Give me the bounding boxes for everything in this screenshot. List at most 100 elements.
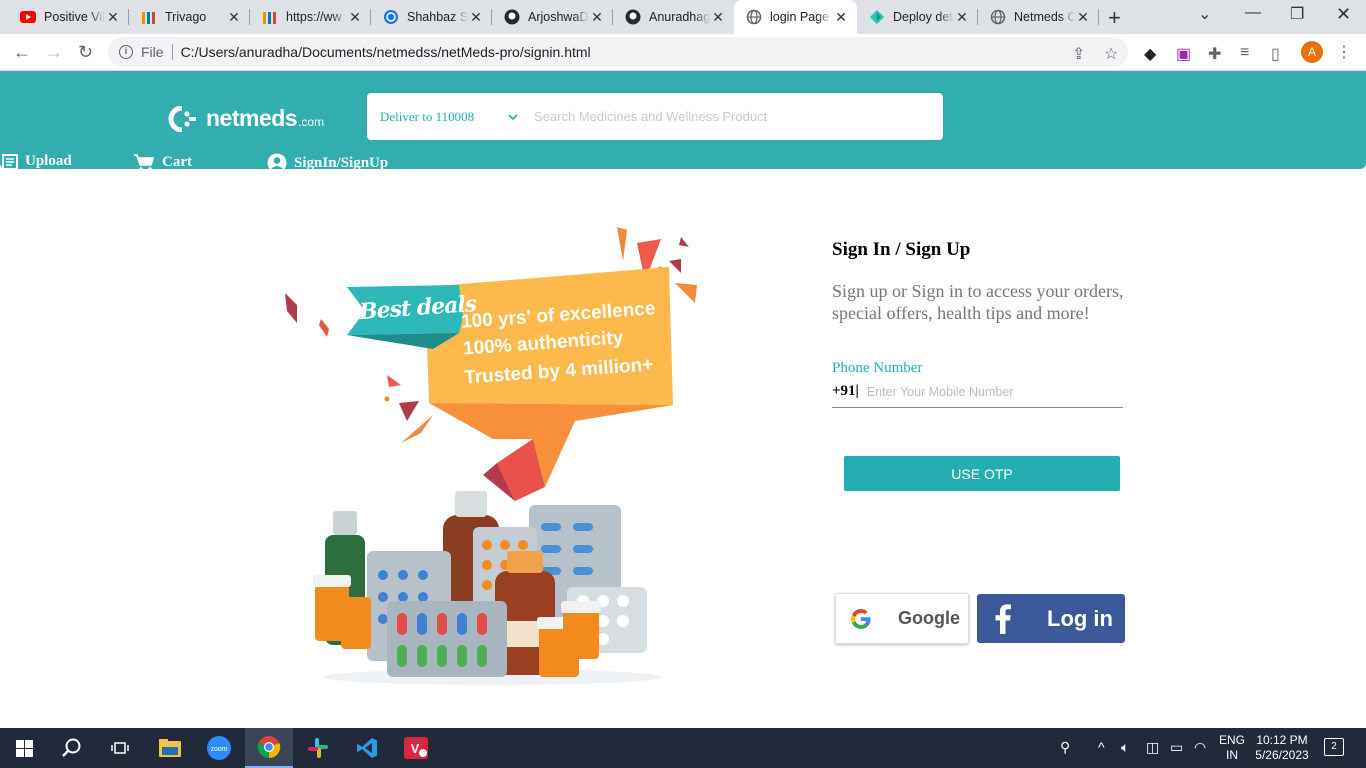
tab-title: Netmeds O bbox=[1014, 10, 1075, 24]
promo-illustration: Best deals 100 yrs' of excellence 100% a… bbox=[283, 225, 701, 687]
tab-title: Anuradhag bbox=[649, 10, 710, 24]
people-icon[interactable]: ⚲ bbox=[1060, 739, 1070, 756]
battery-icon[interactable]: ▭ bbox=[1170, 739, 1183, 756]
bookmark-star-icon[interactable]: ☆ bbox=[1104, 44, 1118, 64]
notifications-icon[interactable]: 2 bbox=[1324, 738, 1344, 756]
close-tab-icon[interactable]: ✕ bbox=[710, 9, 726, 26]
search-box: Deliver to 110008 bbox=[367, 93, 943, 140]
cart-link[interactable]: Cart bbox=[133, 153, 192, 171]
browser-tab[interactable]: ArjoshwaD ✕ bbox=[492, 0, 613, 34]
close-tab-icon[interactable]: ✕ bbox=[347, 9, 363, 26]
search-input[interactable] bbox=[534, 109, 943, 124]
close-tab-icon[interactable]: ✕ bbox=[589, 9, 605, 26]
address-bar[interactable]: i File C:/Users/anuradha/Documents/netme… bbox=[108, 37, 1128, 67]
tab-title: Positive Vil bbox=[44, 10, 105, 24]
site-info-icon[interactable]: i bbox=[119, 45, 133, 59]
browser-tab[interactable]: https://ww ✕ bbox=[250, 0, 371, 34]
use-otp-button[interactable]: USE OTP bbox=[844, 456, 1120, 491]
facebook-login-button[interactable]: Log in bbox=[977, 594, 1125, 643]
trivago-icon bbox=[141, 9, 157, 25]
phone-input[interactable] bbox=[866, 384, 1123, 399]
logo-suffix: .com bbox=[298, 114, 325, 129]
task-view-icon[interactable] bbox=[96, 728, 144, 768]
zoom-icon[interactable]: zoom bbox=[195, 728, 243, 768]
phone-label: Phone Number bbox=[832, 360, 923, 376]
media-control-icon[interactable]: ≡ bbox=[1240, 44, 1249, 62]
cart-icon bbox=[134, 154, 154, 171]
webcam-icon[interactable]: ◫ bbox=[1146, 739, 1159, 756]
browser-tab[interactable]: Trivago ✕ bbox=[129, 0, 250, 34]
menu-kebab-icon[interactable]: ⋮ bbox=[1336, 42, 1352, 62]
close-tab-icon[interactable]: ✕ bbox=[468, 9, 484, 26]
close-tab-icon[interactable]: ✕ bbox=[1075, 9, 1091, 26]
globe-icon bbox=[990, 9, 1006, 25]
url-text[interactable]: C:/Users/anuradha/Documents/netmedss/net… bbox=[181, 44, 591, 60]
close-tab-icon[interactable]: ✕ bbox=[833, 9, 849, 26]
browser-tab[interactable]: Shahbaz Sl ✕ bbox=[371, 0, 492, 34]
browser-tab-active[interactable]: login Page ✕ bbox=[734, 0, 857, 34]
chrome-icon[interactable] bbox=[245, 728, 293, 768]
site-header: netmeds .com Deliver to 110008 Upload Ca… bbox=[0, 71, 1366, 173]
language-indicator[interactable]: ENG IN bbox=[1219, 733, 1245, 763]
clock-time: 10:12 PM bbox=[1256, 733, 1308, 747]
extension-icon[interactable]: ▣ bbox=[1176, 44, 1191, 64]
restore-icon[interactable]: ❐ bbox=[1290, 4, 1304, 24]
vscode-icon[interactable] bbox=[343, 728, 391, 768]
netmeds-logo[interactable]: netmeds .com bbox=[168, 105, 324, 132]
close-tab-icon[interactable]: ✕ bbox=[226, 9, 242, 26]
browser-tab[interactable]: Netmeds O ✕ bbox=[978, 0, 1099, 34]
browser-tab-strip: Positive Vil ✕ Trivago ✕ https://ww ✕ Sh… bbox=[0, 0, 1366, 34]
notification-count: 2 bbox=[1331, 741, 1337, 752]
forward-icon[interactable]: → bbox=[45, 42, 63, 63]
clock[interactable]: 10:12 PM 5/26/2023 bbox=[1252, 733, 1312, 763]
github-icon bbox=[625, 9, 641, 25]
minimize-icon[interactable]: — bbox=[1245, 4, 1261, 22]
back-icon[interactable]: ← bbox=[13, 42, 31, 63]
auth-title: Sign In / Sign Up bbox=[832, 239, 971, 260]
slack-icon[interactable] bbox=[294, 728, 342, 768]
clock-date: 5/26/2023 bbox=[1255, 748, 1309, 762]
windows-start-icon[interactable] bbox=[0, 728, 48, 768]
extension-icon[interactable]: ◆ bbox=[1144, 44, 1156, 64]
svg-text:V: V bbox=[411, 741, 420, 756]
upload-label: Upload bbox=[25, 153, 72, 169]
cart-label: Cart bbox=[162, 153, 192, 170]
language-code: ENG bbox=[1219, 733, 1246, 747]
share-icon[interactable]: ⇪ bbox=[1072, 44, 1085, 64]
close-tab-icon[interactable]: ✕ bbox=[105, 9, 121, 26]
tab-search-chevron-icon[interactable]: ⌄ bbox=[1198, 4, 1211, 24]
trivago-icon bbox=[262, 9, 278, 25]
tab-title: https://ww bbox=[286, 10, 342, 24]
country-code: +91| bbox=[832, 383, 859, 399]
v2-app-icon[interactable]: V bbox=[392, 728, 440, 768]
side-panel-icon[interactable]: ▯ bbox=[1271, 44, 1280, 64]
phone-field: +91| bbox=[832, 380, 1123, 408]
close-window-icon[interactable]: ✕ bbox=[1336, 4, 1351, 25]
signin-link[interactable]: SignIn/SignUp bbox=[267, 153, 388, 173]
close-tab-icon[interactable]: ✕ bbox=[954, 9, 970, 26]
globe-icon bbox=[746, 9, 762, 25]
search-icon[interactable] bbox=[48, 728, 96, 768]
browser-tab[interactable]: Positive Vil ✕ bbox=[8, 0, 129, 34]
facebook-icon bbox=[995, 603, 1011, 634]
auth-panel: Sign In / Sign Up Sign up or Sign in to … bbox=[832, 239, 1124, 408]
chevron-up-icon[interactable]: ^ bbox=[1098, 739, 1105, 755]
extensions-puzzle-icon[interactable]: ✚ bbox=[1208, 44, 1221, 64]
google-login-button[interactable]: Google bbox=[835, 593, 969, 644]
browser-tab[interactable]: Anuradhag ✕ bbox=[613, 0, 734, 34]
youtube-icon bbox=[20, 9, 36, 25]
deliver-to-dropdown[interactable]: Deliver to 110008 bbox=[380, 109, 518, 125]
upload-link[interactable]: Upload bbox=[2, 153, 72, 170]
profile-avatar[interactable]: A bbox=[1301, 41, 1323, 63]
new-tab-icon[interactable]: + bbox=[1108, 5, 1121, 31]
wifi-icon[interactable]: ◠ bbox=[1194, 739, 1206, 756]
svg-text:zoom: zoom bbox=[210, 746, 227, 753]
file-explorer-icon[interactable] bbox=[146, 728, 194, 768]
browser-toolbar: ← → ↻ i File C:/Users/anuradha/Documents… bbox=[0, 34, 1366, 71]
reload-icon[interactable]: ↻ bbox=[78, 42, 93, 63]
scheme-label: File bbox=[141, 44, 164, 60]
logo-wordmark: netmeds bbox=[206, 105, 298, 131]
speaker-icon[interactable]: 🔈︎ bbox=[1121, 739, 1129, 756]
browser-tab[interactable]: Deploy det ✕ bbox=[857, 0, 978, 34]
google-icon bbox=[850, 608, 872, 630]
